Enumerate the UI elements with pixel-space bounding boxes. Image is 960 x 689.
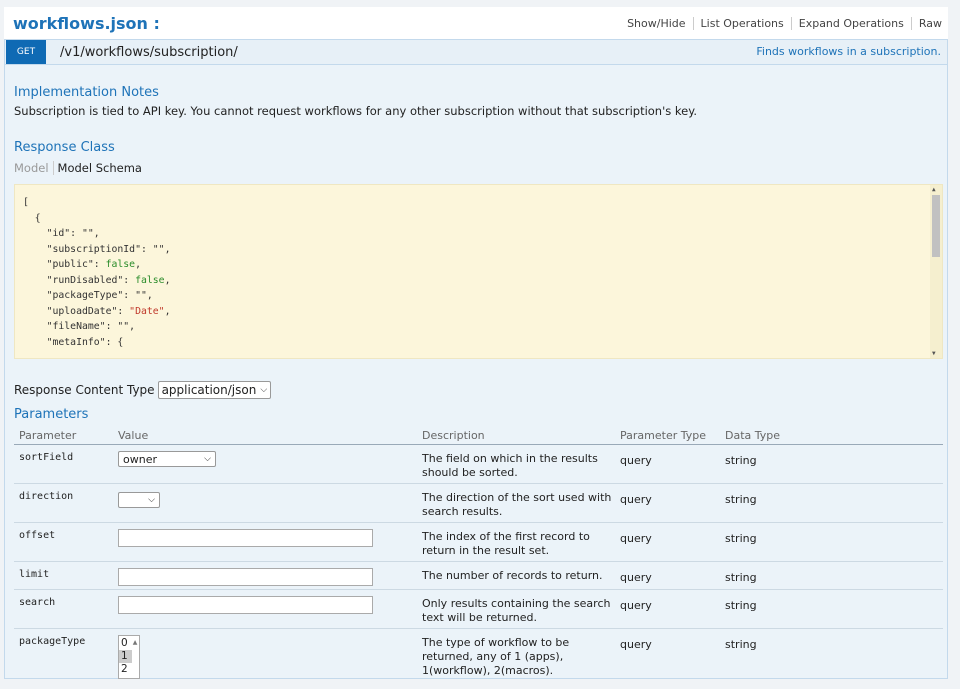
table-row: search Only results containing the searc…	[14, 590, 943, 629]
parameter-name: search	[19, 597, 56, 608]
schema-line: "public": false,	[23, 259, 141, 270]
parameter-description: The number of records to return.	[422, 569, 603, 582]
parameter-description: Only results containing the search text …	[422, 597, 611, 624]
schema-line: "metaInfo": {	[23, 336, 124, 348]
packagetype-listbox[interactable]: 0 1 2 ▲	[118, 635, 140, 679]
show-hide-link[interactable]: Show/Hide	[620, 16, 694, 30]
column-header-data-type: Data Type	[725, 429, 781, 442]
schema-line: "uploadDate": "Date",	[23, 305, 171, 317]
chevron-down-icon: ⌵	[204, 454, 211, 464]
scroll-up-arrow-icon[interactable]: ▲	[932, 186, 936, 193]
parameter-type: query	[620, 493, 652, 506]
scroll-down-arrow-icon[interactable]: ▼	[932, 350, 936, 357]
schema-line: [	[23, 197, 29, 208]
response-content-type-label: Response Content Type	[14, 383, 155, 397]
parameter-type: query	[620, 599, 652, 612]
parameter-value-cell	[118, 523, 422, 561]
schema-line: "subscriptionId": "",	[23, 243, 171, 255]
resource-title[interactable]: workflows.json :	[13, 14, 160, 33]
limit-input[interactable]	[118, 568, 373, 586]
column-header-description: Description	[422, 429, 485, 442]
implementation-notes-heading: Implementation Notes	[14, 85, 159, 100]
operation-bar[interactable]: GET /v1/workflows/subscription/ Finds wo…	[4, 39, 948, 65]
parameter-type: query	[620, 532, 652, 545]
table-row: packageType 0 1 2 ▲ The type of workflow…	[14, 629, 943, 689]
parameter-value-cell	[118, 590, 422, 628]
raw-link[interactable]: Raw	[912, 17, 948, 30]
table-row: limit The number of records to return. q…	[14, 562, 943, 590]
offset-input[interactable]	[118, 529, 373, 547]
parameters-table: Parameter Value Description Parameter Ty…	[14, 427, 943, 689]
table-row: direction ⌵ The direction of the sort us…	[14, 484, 943, 523]
data-type: string	[725, 532, 757, 545]
model-tabs: Model Model Schema	[14, 161, 142, 175]
schema-line: "packageType": "",	[23, 290, 153, 301]
parameter-description: The index of the first record to return …	[422, 530, 590, 557]
model-schema-code: [ { "id": "", "subscriptionId": "", "pub…	[15, 185, 942, 350]
operation-path[interactable]: /v1/workflows/subscription/	[60, 45, 238, 60]
operation-content: Implementation Notes Subscription is tie…	[4, 65, 948, 679]
parameter-value-cell: owner ⌵	[118, 445, 422, 483]
operation-summary[interactable]: Finds workflows in a subscription.	[756, 45, 941, 58]
parameter-name: limit	[19, 569, 50, 580]
parameter-value-cell	[118, 562, 422, 589]
search-input[interactable]	[118, 596, 373, 614]
model-schema-tab[interactable]: Model Schema	[54, 161, 142, 175]
parameter-description: The type of workflow to be returned, any…	[422, 636, 570, 677]
parameter-name: packageType	[19, 636, 86, 647]
implementation-notes-text: Subscription is tied to API key. You can…	[14, 104, 698, 118]
parameter-description: The direction of the sort used with sear…	[422, 491, 612, 518]
data-type: string	[725, 599, 757, 612]
model-tab[interactable]: Model	[14, 161, 54, 175]
parameters-heading: Parameters	[14, 407, 89, 422]
data-type: string	[725, 571, 757, 584]
list-operations-link[interactable]: List Operations	[694, 16, 792, 30]
model-schema-box[interactable]: [ { "id": "", "subscriptionId": "", "pub…	[14, 184, 943, 359]
parameter-description: The field on which in the results should…	[422, 452, 598, 479]
data-type: string	[725, 638, 757, 651]
chevron-down-icon: ⌵	[148, 495, 155, 505]
column-header-parameter-type: Parameter Type	[620, 429, 706, 442]
column-header-value: Value	[118, 429, 149, 442]
expand-operations-link[interactable]: Expand Operations	[792, 16, 912, 30]
column-header-parameter: Parameter	[19, 429, 77, 442]
response-content-type-select[interactable]: application/json ⌵	[157, 381, 272, 399]
parameter-type: query	[620, 638, 652, 651]
api-resource-panel: workflows.json : Show/Hide List Operatio…	[4, 7, 948, 679]
parameter-type: query	[620, 454, 652, 467]
parameters-table-header: Parameter Value Description Parameter Ty…	[14, 427, 943, 445]
schema-line: "fileName": "",	[23, 321, 136, 332]
chevron-down-icon: ⌵	[260, 385, 268, 395]
schema-line: "id": "",	[23, 228, 100, 239]
sortfield-select-value: owner	[123, 452, 157, 466]
resource-header: workflows.json : Show/Hide List Operatio…	[4, 7, 948, 39]
scrollbar-thumb[interactable]	[932, 195, 940, 257]
parameter-value-cell: ⌵	[118, 484, 422, 522]
parameter-type: query	[620, 571, 652, 584]
parameter-name: sortField	[19, 452, 74, 463]
direction-select[interactable]: ⌵	[118, 492, 160, 508]
table-row: offset The index of the first record to …	[14, 523, 943, 562]
data-type: string	[725, 454, 757, 467]
response-content-type: Response Content Type application/json ⌵	[14, 381, 272, 399]
schema-line: "runDisabled": false,	[23, 274, 171, 286]
data-type: string	[725, 493, 757, 506]
table-row: sortField owner ⌵ The field on which in …	[14, 445, 943, 484]
schema-scrollbar[interactable]: ▲ ▼	[930, 185, 942, 358]
scroll-up-arrow-icon[interactable]: ▲	[131, 636, 139, 678]
parameter-name: direction	[19, 491, 74, 502]
schema-line: {	[23, 212, 41, 224]
sortfield-select[interactable]: owner ⌵	[118, 451, 216, 467]
http-method-badge[interactable]: GET	[6, 40, 46, 64]
parameter-name: offset	[19, 530, 56, 541]
resource-links: Show/Hide List Operations Expand Operati…	[620, 7, 948, 39]
response-content-type-value: application/json	[161, 383, 257, 397]
response-class-heading: Response Class	[14, 140, 115, 155]
parameter-value-cell: 0 1 2 ▲	[118, 629, 422, 689]
